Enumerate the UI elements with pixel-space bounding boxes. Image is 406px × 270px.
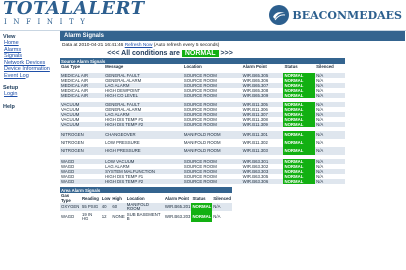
table-cell: 55 PSIG [80, 203, 101, 211]
area-col-header: Low [101, 195, 111, 201]
table-cell: 19 IN HG [80, 211, 101, 222]
table-cell: MANIFOLD ROOM [182, 131, 242, 139]
table-cell: NITROGEN [60, 147, 105, 155]
main-content: Alarm Signals Data at 2010-04-21 16:41:4… [60, 31, 405, 222]
table-cell: WIR.B11.301 [241, 131, 284, 139]
beaconmedaes-text: BEACONMEDAES [292, 8, 402, 22]
status-badge: NORMAL [283, 147, 316, 155]
area-col-header: Silenced [213, 195, 231, 201]
status-badge: NORMAL [191, 203, 213, 211]
table-cell: MANIFOLD ROOM [182, 139, 242, 147]
table-cell: WIR.B11.302 [241, 139, 284, 147]
status-badge: NORMAL [283, 131, 316, 139]
table-cell: 12 [100, 211, 112, 222]
table-row: NITROGEN HIGH PRESSURE MANIFOLD ROOM WIR.B1… [60, 147, 345, 155]
table-cell: WIR.B63.203 [163, 211, 192, 222]
all-normal-badge: NORMAL [181, 50, 219, 57]
table-cell: WIR.B65.201 [163, 203, 192, 211]
nav-device-information-link[interactable]: Device Information [4, 66, 52, 73]
area-alarm-table: Area Alarm Signals Gas Type Reading Low High… [60, 187, 232, 222]
status-badge: NORMAL [191, 211, 213, 222]
table-row: WAGD 19 IN HG 12 NONE SUB BASEMENT B WIR.B63.… [60, 211, 232, 222]
all-conditions-status: <<< All conditions are NORMAL >>> [60, 50, 280, 57]
all-conditions-arrows: >>> [220, 50, 233, 57]
table-cell: WAGD [60, 211, 81, 222]
auto-refresh-note: (Auto refresh every 5 seconds) [153, 43, 220, 48]
nav-help-heading[interactable]: Help [3, 104, 52, 110]
nav-event-log-link[interactable]: Event Log [4, 73, 52, 80]
beaconmedaes-logo: BEACONMEDAES [269, 3, 402, 27]
table-cell: NITROGEN [60, 139, 105, 147]
table-cell: NITROGEN [60, 131, 105, 139]
area-col-header: Status [192, 195, 206, 201]
area-col-header: Reading [81, 195, 99, 201]
beacon-icon [269, 5, 290, 25]
area-col-header: Gas Type [61, 193, 71, 203]
table-cell: 60 [111, 203, 126, 211]
table-cell: CHANGEOVER [104, 131, 183, 139]
table-cell: N/A [315, 139, 345, 147]
table-cell: MANIFOLD ROOM [125, 202, 164, 211]
totalalert-logo: TOTALALERT [3, 0, 145, 19]
table-cell: MANIFOLD ROOM [182, 147, 242, 155]
table-cell: WIR.B11.303 [241, 147, 284, 155]
table-row: NITROGEN CHANGEOVER MANIFOLD ROOM WIR.B11.3… [60, 131, 345, 139]
table-row: NITROGEN LOW PRESSURE MANIFOLD ROOM WIR.B11… [60, 139, 345, 147]
totalalert-subtitle: INFINITY [4, 18, 92, 26]
table-cell: N/A [212, 203, 232, 211]
header: TOTALALERT INFINITY BEACONMEDAES [0, 0, 406, 31]
table-cell: SUB BASEMENT B [125, 211, 164, 222]
table-cell: N/A [315, 147, 345, 155]
table-cell: LOW PRESSURE [104, 139, 183, 147]
source-alarm-table: Source Alarm Signals Gas Type Message Locat… [60, 58, 345, 184]
status-badge: NORMAL [283, 139, 316, 147]
refresh-now-link[interactable]: Refresh Now [125, 43, 153, 48]
data-timestamp: Data at 2010-04-21 16:41:46 Refresh Now … [62, 43, 405, 48]
table-cell: NONE [111, 211, 126, 222]
area-col-header: Alarm Point [164, 195, 189, 201]
area-col-header: High [112, 195, 122, 201]
table-cell: HIGH PRESSURE [104, 147, 183, 155]
table-cell: N/A [212, 211, 232, 222]
table-cell: 40 [100, 203, 112, 211]
all-conditions-text: <<< All conditions are [107, 50, 180, 57]
table-cell: OXYGEN [60, 203, 81, 211]
table-cell: N/A [315, 131, 345, 139]
data-timestamp-text: Data at 2010-04-21 16:41:46 [62, 43, 124, 48]
alarm-signals-title: Alarm Signals [60, 31, 405, 41]
table-row: OXYGEN 55 PSIG 40 60 MANIFOLD ROOM WIR.B65.20… [60, 202, 232, 211]
left-nav: View Home Alarms Signals Network Devices… [0, 31, 52, 270]
nav-login-link[interactable]: Login [4, 91, 52, 98]
